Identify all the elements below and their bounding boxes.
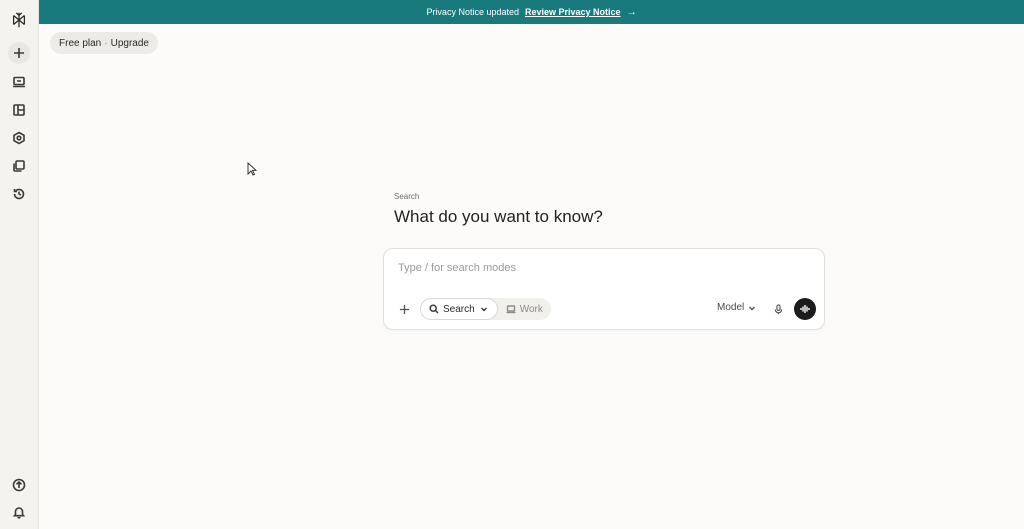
logo-icon[interactable] — [8, 9, 30, 31]
attach-button[interactable] — [396, 301, 412, 317]
query-input[interactable]: Type / for search modes — [398, 262, 516, 274]
history-icon — [13, 188, 25, 200]
plan-label: Free plan — [59, 37, 102, 49]
banner-text: Privacy Notice updated — [426, 7, 519, 17]
upgrade-label: Upgrade — [110, 37, 149, 49]
dictation-button[interactable] — [771, 302, 785, 316]
chevron-down-icon — [749, 306, 756, 310]
sidebar — [0, 0, 39, 529]
model-selector[interactable]: Model — [717, 302, 756, 313]
page-title: What do you want to know? — [394, 207, 603, 226]
plus-icon — [14, 48, 24, 58]
spaces-button[interactable] — [8, 155, 30, 177]
query-composer[interactable]: Type / for search modes Search Work Mode… — [383, 248, 825, 330]
spaces-icon — [13, 160, 25, 172]
mode-work-button[interactable]: Work — [498, 298, 551, 320]
plus-icon — [399, 304, 409, 314]
computer-icon — [13, 76, 25, 88]
search-icon — [429, 304, 439, 314]
chevron-down-icon — [480, 307, 487, 312]
sound-wave-icon — [800, 305, 810, 313]
model-label: Model — [717, 302, 745, 313]
history-button[interactable] — [8, 183, 30, 205]
plan-separator: · — [104, 37, 108, 49]
mouse-cursor-icon — [247, 162, 257, 176]
upgrade-arrow-icon — [12, 478, 26, 492]
voice-mode-button[interactable] — [794, 298, 816, 320]
mode-selector: Search Work — [420, 298, 551, 320]
upgrade-button[interactable] — [8, 474, 30, 496]
arrow-right-icon[interactable]: → — [627, 7, 637, 18]
review-privacy-link[interactable]: Review Privacy Notice — [525, 7, 621, 17]
privacy-banner: Privacy Notice updated Review Privacy No… — [39, 0, 1024, 24]
bell-icon — [12, 507, 26, 519]
new-thread-button[interactable] — [8, 42, 30, 64]
mode-search-button[interactable]: Search — [420, 298, 498, 320]
upgrade-plan-button[interactable]: Free plan · Upgrade — [50, 32, 158, 54]
discover-button[interactable] — [8, 127, 30, 149]
discover-icon — [13, 131, 25, 145]
computer-button[interactable] — [8, 71, 30, 93]
layout-button[interactable] — [8, 99, 30, 121]
notifications-button[interactable] — [8, 501, 30, 523]
layout-icon — [13, 104, 25, 116]
mode-search-label: Search — [443, 303, 475, 315]
microphone-icon — [774, 303, 782, 314]
mode-work-label: Work — [519, 303, 543, 315]
section-label: Search — [394, 192, 420, 201]
laptop-icon — [506, 305, 516, 314]
